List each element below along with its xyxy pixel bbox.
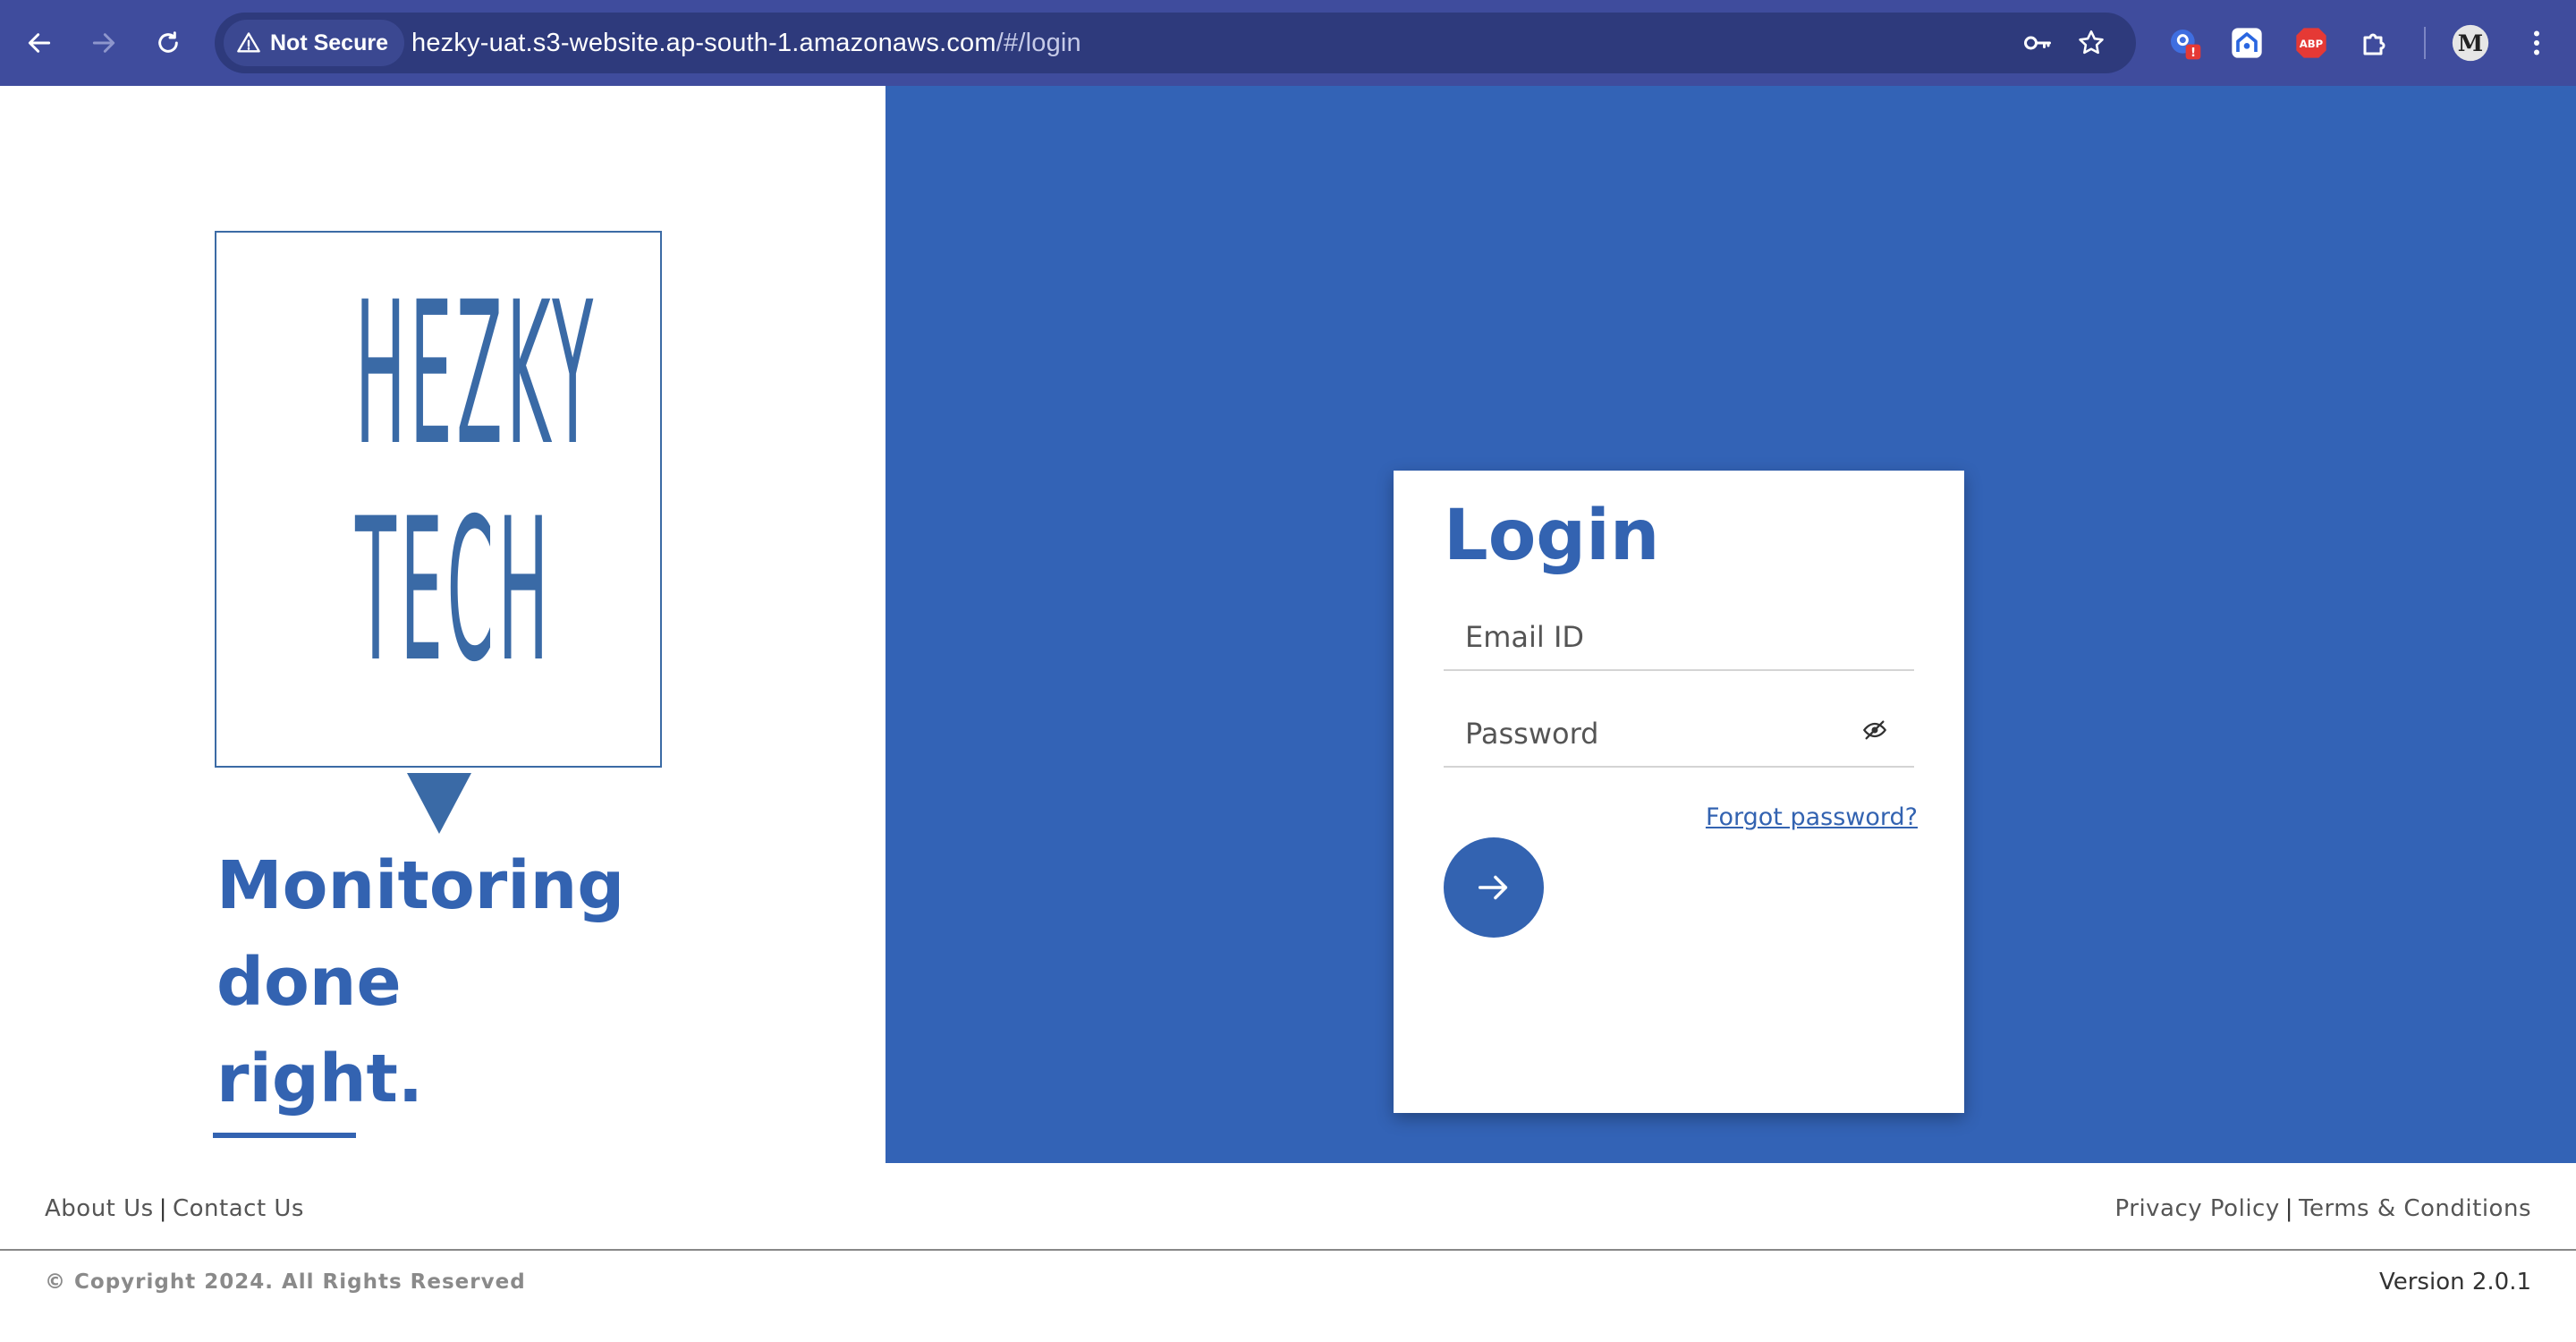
footer-separator: | [158,1195,167,1222]
warning-triangle-icon [237,32,260,53]
adblock-label: ABP [2300,38,2324,50]
tagline-line-2: done [216,944,402,1021]
address-bar[interactable]: Not Secure hezky-uat.s3-website.ap-south… [215,13,2136,73]
logo: HEZKY TECH [215,231,662,768]
login-title: Login [1444,496,1660,576]
security-chip[interactable]: Not Secure [224,20,404,66]
login-panel: Login Forgot password? [886,86,2576,1163]
extension-house-icon[interactable] [2227,23,2267,63]
password-input[interactable] [1444,701,1914,766]
extension-badge: ! [2190,47,2196,60]
footer-separator: | [2284,1195,2293,1222]
privacy-policy-link[interactable]: Privacy Policy [2115,1195,2280,1222]
email-input[interactable] [1444,605,1914,669]
contact-us-link[interactable]: Contact Us [173,1195,304,1222]
copyright-text: © Copyright 2024. All Rights Reserved [45,1270,526,1294]
login-submit-button[interactable] [1444,837,1544,938]
footer-divider [0,1249,2576,1251]
reload-icon[interactable] [147,21,190,64]
puzzle-icon[interactable] [2356,23,2395,63]
profile-avatar[interactable]: M [2451,23,2490,63]
footer-right-links: Privacy Policy | Terms & Conditions [2115,1195,2531,1222]
tagline: Monitoring done right. [216,837,624,1127]
star-icon[interactable] [2073,25,2109,61]
password-field[interactable] [1444,701,1914,768]
browser-toolbar: Not Secure hezky-uat.s3-website.ap-south… [0,0,2576,86]
logo-pointer-triangle [407,773,471,834]
back-arrow-icon[interactable] [18,21,61,64]
tagline-underline [213,1133,356,1138]
kebab-menu-icon[interactable] [2517,23,2556,63]
forward-arrow-icon[interactable] [82,21,125,64]
url-text[interactable]: hezky-uat.s3-website.ap-south-1.amazonaw… [411,29,1081,58]
tagline-line-3: right. [216,1040,423,1117]
security-label: Not Secure [270,30,388,55]
login-card: Login Forgot password? [1394,471,1964,1113]
about-us-link[interactable]: About Us [45,1195,154,1222]
brand-panel: HEZKY TECH Monitoring done right. [0,86,886,1163]
logo-line-1: HEZKY [355,259,597,488]
toolbar-separator [2424,27,2426,59]
adblock-icon[interactable]: ABP [2292,23,2331,63]
profile-initial: M [2458,30,2483,57]
eye-slash-icon[interactable] [1862,718,1887,743]
forgot-password-link[interactable]: Forgot password? [1706,803,1918,831]
key-icon[interactable] [2020,25,2055,61]
terms-conditions-link[interactable]: Terms & Conditions [2299,1195,2531,1222]
tagline-line-1: Monitoring [216,847,625,924]
extension-pin-icon[interactable]: ! [2165,23,2204,63]
email-field[interactable] [1444,605,1914,671]
arrow-right-icon [1478,875,1508,900]
version-text: Version 2.0.1 [2378,1269,2531,1295]
logo-line-2: TECH [355,476,553,705]
url-path: /#/login [996,29,1081,57]
footer-left-links: About Us | Contact Us [45,1195,304,1222]
url-host: hezky-uat.s3-website.ap-south-1.amazonaw… [411,29,996,57]
